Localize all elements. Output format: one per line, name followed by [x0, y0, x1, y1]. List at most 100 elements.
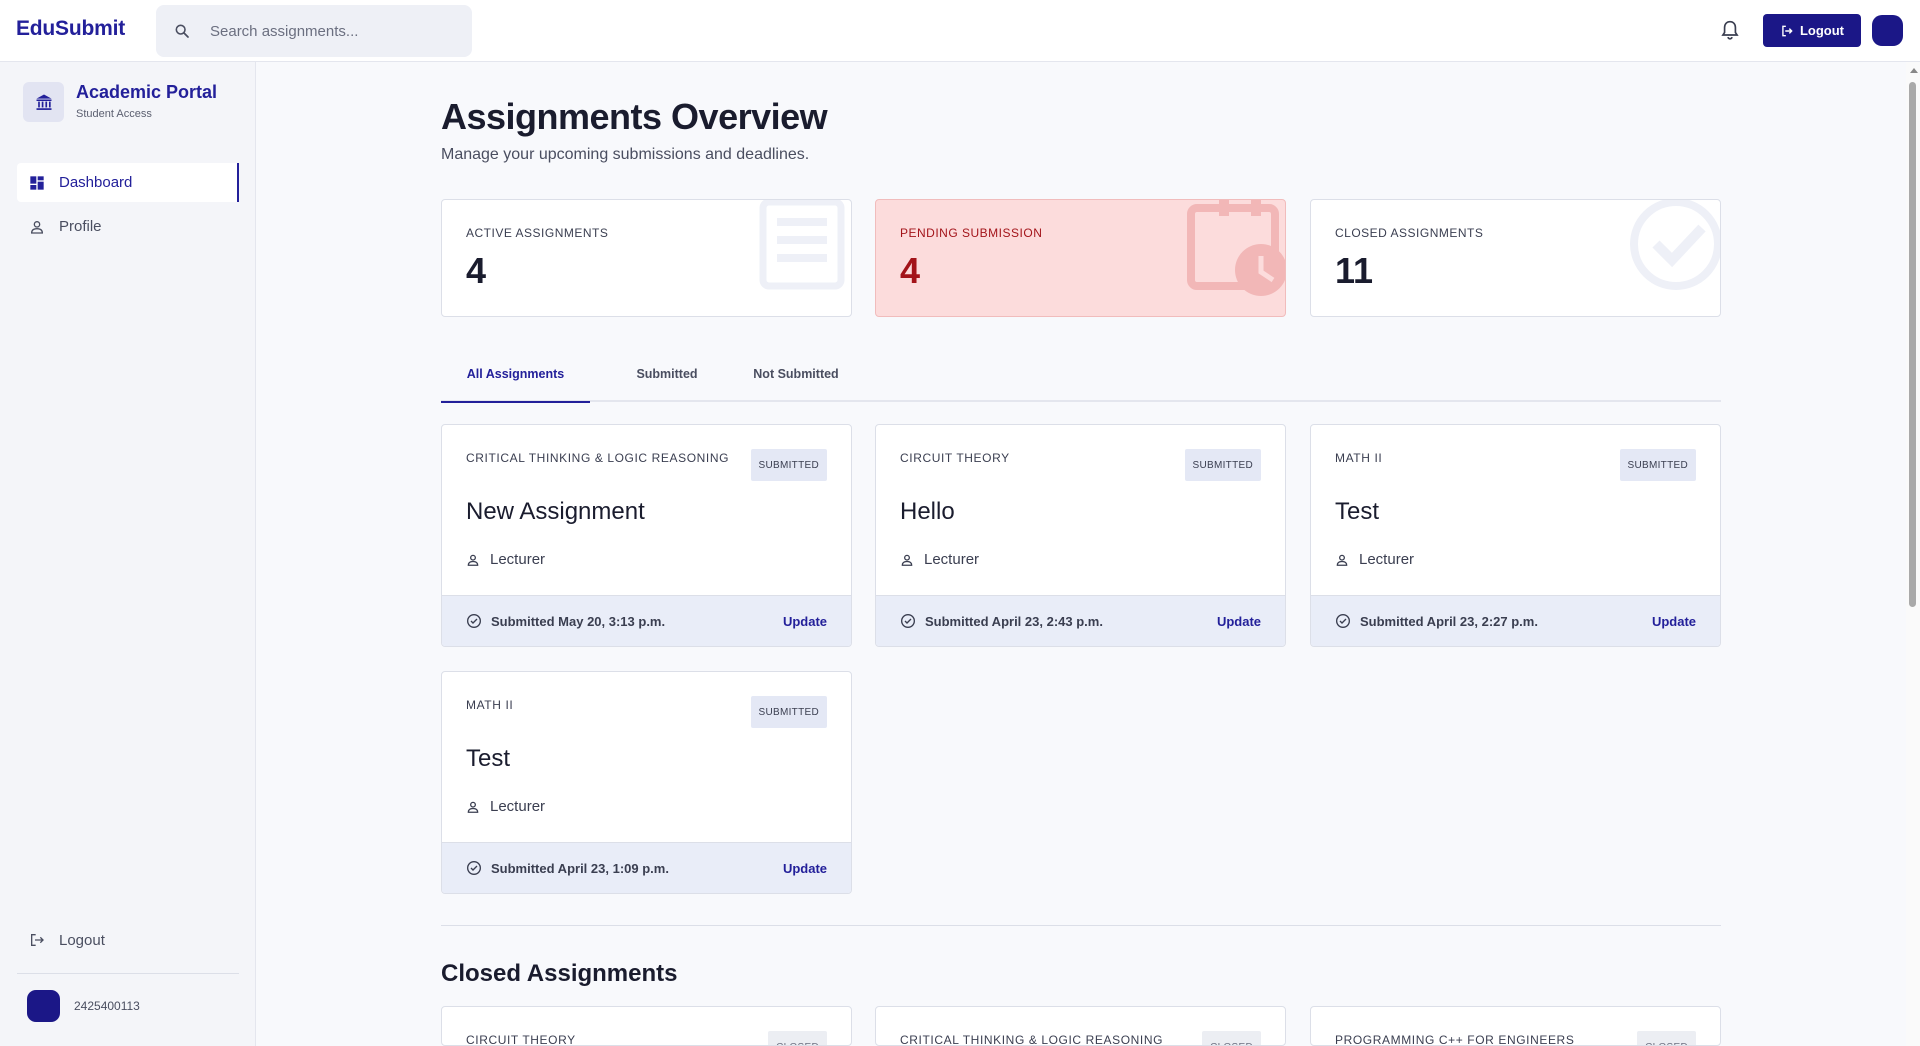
user-avatar[interactable]	[1872, 15, 1903, 46]
sidebar-item-profile[interactable]: Profile	[17, 207, 239, 246]
submission-status: Submitted April 23, 2:27 p.m.	[1335, 613, 1538, 629]
scrollbar-thumb[interactable]	[1909, 82, 1916, 607]
document-icon	[759, 200, 845, 290]
card-lecturer: Lecturer	[466, 551, 545, 568]
page-subtitle: Manage your upcoming submissions and dea…	[441, 146, 810, 163]
search-input[interactable]	[210, 19, 460, 43]
status-badge: SUBMITTED	[1619, 449, 1696, 481]
header-logout-label: Logout	[1799, 23, 1845, 38]
header-logout-button[interactable]: Logout	[1763, 14, 1861, 47]
update-link[interactable]: Update	[1652, 614, 1696, 629]
lecturer-name: Lecturer	[1359, 551, 1415, 568]
submission-status: Submitted April 23, 1:09 p.m.	[466, 860, 669, 876]
logout-icon	[31, 934, 44, 946]
card-title: Hello	[900, 498, 955, 525]
stat-card-active: ACTIVE ASSIGNMENTS 4	[441, 199, 852, 317]
lecturer-name: Lecturer	[924, 551, 980, 568]
stat-card-pending: PENDING SUBMISSION 4	[875, 199, 1286, 317]
status-badge: SUBMITTED	[1184, 449, 1261, 481]
assignment-card[interactable]: MATH II SUBMITTED Test Lecturer Submitte…	[1310, 424, 1721, 647]
closed-assignment-card[interactable]: CRITICAL THINKING & LOGIC REASONING CLOS…	[875, 1006, 1286, 1046]
status-badge: CLOSED	[768, 1031, 827, 1045]
sidebar: Academic Portal Student Access Dashboard…	[0, 62, 256, 1046]
notification-bell-icon[interactable]	[1720, 19, 1740, 41]
card-lecturer: Lecturer	[466, 798, 545, 815]
submission-status-text: Submitted April 23, 2:27 p.m.	[1360, 613, 1538, 629]
search-box[interactable]	[156, 5, 472, 57]
card-lecturer: Lecturer	[900, 551, 979, 568]
sidebar-item-dashboard[interactable]: Dashboard	[17, 163, 239, 202]
stat-label: PENDING SUBMISSION	[900, 226, 1043, 240]
closed-section-title: Closed Assignments	[441, 960, 678, 987]
update-link[interactable]: Update	[1217, 614, 1261, 629]
card-course: PROGRAMMING C++ FOR ENGINEERS	[1335, 1033, 1575, 1046]
stat-label: ACTIVE ASSIGNMENTS	[466, 226, 609, 240]
sidebar-logout-label: Logout	[59, 931, 105, 949]
assignment-card[interactable]: CRITICAL THINKING & LOGIC REASONING SUBM…	[441, 424, 852, 647]
submission-status-text: Submitted April 23, 2:43 p.m.	[925, 613, 1103, 629]
card-lecturer: Lecturer	[1335, 551, 1414, 568]
check-circle-icon	[1630, 200, 1720, 290]
card-footer: Submitted April 23, 2:43 p.m. Update	[876, 595, 1285, 646]
sidebar-item-label: Profile	[59, 218, 102, 235]
card-course: CIRCUIT THEORY	[900, 451, 1010, 465]
card-footer: Submitted April 23, 2:27 p.m. Update	[1311, 595, 1720, 646]
tab-not-submitted[interactable]: Not Submitted	[731, 365, 861, 403]
sidebar-divider	[17, 973, 239, 974]
card-course: MATH II	[466, 698, 514, 712]
assignment-card[interactable]: MATH II SUBMITTED Test Lecturer Submitte…	[441, 671, 852, 894]
tab-all-assignments[interactable]: All Assignments	[441, 365, 590, 403]
person-icon	[1336, 554, 1348, 566]
check-circle-icon	[901, 614, 915, 628]
portal-subtitle: Student Access	[76, 108, 152, 120]
card-title: Test	[1335, 498, 1380, 525]
submission-status-text: Submitted May 20, 3:13 p.m.	[491, 613, 666, 629]
user-id: 2425400113	[74, 999, 140, 1013]
lecturer-name: Lecturer	[490, 798, 546, 815]
card-course: CRITICAL THINKING & LOGIC REASONING	[900, 1033, 1164, 1046]
card-course: CRITICAL THINKING & LOGIC REASONING	[466, 451, 730, 465]
card-footer: Submitted May 20, 3:13 p.m. Update	[442, 595, 851, 646]
person-icon	[467, 554, 479, 566]
logout-icon	[1782, 25, 1793, 36]
card-course: CIRCUIT THEORY	[466, 1033, 576, 1046]
dashboard-icon	[30, 175, 44, 190]
check-circle-icon	[467, 861, 481, 875]
page-title: Assignments Overview	[441, 96, 828, 137]
status-badge: SUBMITTED	[750, 696, 827, 728]
card-title: New Assignment	[466, 498, 645, 525]
card-course: MATH II	[1335, 451, 1383, 465]
sidebar-item-label: Dashboard	[59, 174, 133, 191]
check-circle-icon	[1336, 614, 1350, 628]
stat-value: 4	[900, 250, 921, 291]
tab-submitted[interactable]: Submitted	[614, 365, 720, 403]
person-icon	[30, 220, 44, 234]
closed-assignment-card[interactable]: CIRCUIT THEORY CLOSED	[441, 1006, 852, 1046]
lecturer-name: Lecturer	[490, 551, 546, 568]
calendar-clock-icon	[1187, 200, 1285, 296]
top-bar: EduSubmit Logout	[0, 0, 1920, 62]
assignment-card[interactable]: CIRCUIT THEORY SUBMITTED Hello Lecturer …	[875, 424, 1286, 647]
sidebar-logout-button[interactable]: Logout	[17, 921, 239, 959]
submission-status-text: Submitted April 23, 1:09 p.m.	[491, 860, 669, 876]
stat-value: 11	[1335, 250, 1374, 291]
avatar	[27, 990, 60, 1022]
card-footer: Submitted April 23, 1:09 p.m. Update	[442, 842, 851, 893]
submission-status: Submitted May 20, 3:13 p.m.	[466, 613, 665, 629]
closed-assignment-card[interactable]: PROGRAMMING C++ FOR ENGINEERS CLOSED	[1310, 1006, 1721, 1046]
update-link[interactable]: Update	[783, 614, 827, 629]
person-icon	[467, 801, 479, 813]
stat-label: CLOSED ASSIGNMENTS	[1335, 226, 1484, 240]
check-circle-icon	[467, 614, 481, 628]
institution-icon	[23, 82, 64, 122]
search-icon	[175, 24, 189, 38]
stat-value: 4	[466, 250, 487, 291]
sidebar-user[interactable]: 2425400113	[27, 990, 140, 1022]
update-link[interactable]: Update	[783, 861, 827, 876]
brand-logo[interactable]: EduSubmit	[16, 17, 125, 41]
scroll-up-arrow-icon[interactable]	[1910, 68, 1918, 73]
submission-status: Submitted April 23, 2:43 p.m.	[900, 613, 1103, 629]
section-divider	[441, 925, 1721, 926]
portal-title: Academic Portal	[76, 82, 218, 102]
card-title: Test	[466, 745, 511, 772]
